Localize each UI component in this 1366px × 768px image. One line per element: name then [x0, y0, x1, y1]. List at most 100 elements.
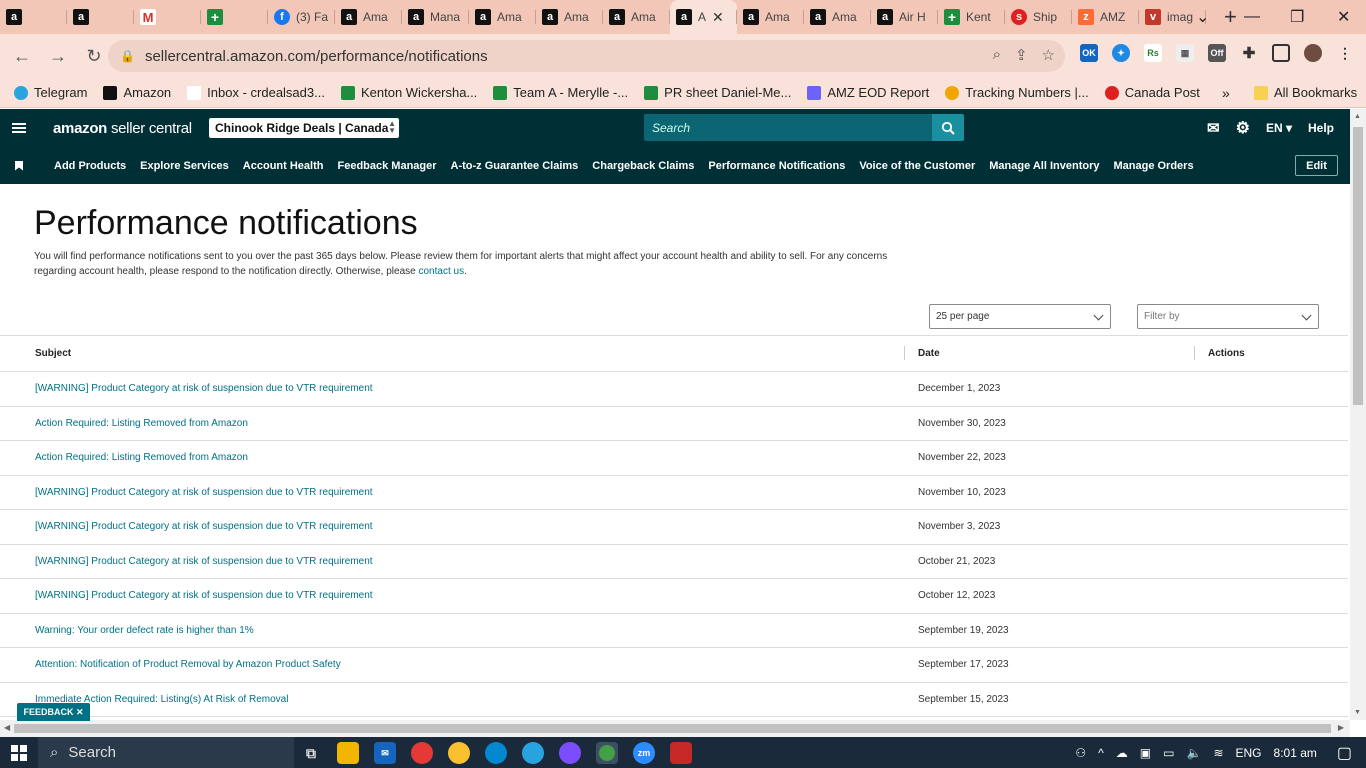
file-explorer-icon[interactable]	[337, 742, 359, 764]
notification-subject-link[interactable]: [WARNING] Product Category at risk of su…	[35, 521, 373, 532]
nav-item[interactable]: Feedback Manager	[330, 160, 443, 172]
nav-item[interactable]: Account Health	[236, 160, 331, 172]
restore-button[interactable]: ❐	[1290, 0, 1304, 34]
bookmark-item[interactable]: Tracking Numbers |...	[937, 85, 1097, 100]
notification-subject-link[interactable]: Action Required: Listing Removed from Am…	[35, 418, 248, 429]
browser-tab[interactable]: a Mana	[402, 0, 469, 34]
bookmark-item[interactable]: Telegram	[6, 85, 95, 100]
tab-search-icon[interactable]: ⌄	[1196, 0, 1209, 34]
browser-tab[interactable]: a Ama	[335, 0, 402, 34]
url-field[interactable]: 🔒 sellercentral.amazon.com/performance/n…	[108, 40, 1065, 72]
scrollbar-thumb[interactable]	[14, 724, 1331, 733]
header-subject[interactable]: Subject	[35, 348, 71, 359]
back-button[interactable]: ←	[6, 40, 38, 72]
browser-tab[interactable]: a Air H	[871, 0, 938, 34]
browser-tab[interactable]: f (3) Fa	[268, 0, 335, 34]
menu-dots-icon[interactable]: ⋮	[1336, 44, 1354, 62]
bookmark-item[interactable]: Team A - Merylle -...	[485, 85, 636, 100]
nav-item[interactable]: Manage Orders	[1106, 160, 1200, 172]
filter-select[interactable]: Filter by	[1137, 304, 1319, 329]
people-icon[interactable]: ⚇	[1075, 746, 1086, 760]
language-indicator[interactable]: ENG	[1236, 746, 1262, 760]
zoom-app-icon[interactable]: zm	[633, 742, 655, 764]
sidepanel-icon[interactable]	[1272, 44, 1290, 62]
puzzle-icon[interactable]: ✚	[1240, 44, 1258, 62]
notifications-icon[interactable]: ▢	[1337, 743, 1352, 763]
column-divider[interactable]	[1194, 346, 1195, 360]
mail-icon[interactable]: ✉	[1207, 119, 1220, 137]
bookmark-item[interactable]: AMZ EOD Report	[799, 85, 937, 100]
bookmark-item[interactable]: Canada Post	[1097, 85, 1208, 100]
new-tab-button[interactable]: +	[1224, 4, 1237, 30]
settings-gear-icon[interactable]: ⚙	[1236, 118, 1250, 138]
chrome-icon[interactable]	[411, 742, 433, 764]
browser-tab[interactable]: s Ship	[1005, 0, 1072, 34]
extension-off-icon[interactable]: Off	[1208, 44, 1226, 62]
bookmark-item[interactable]: PR sheet Daniel-Me...	[636, 85, 799, 100]
zoom-icon[interactable]: ⌕	[993, 46, 1001, 64]
bookmark-icon[interactable]	[15, 160, 23, 171]
vertical-scrollbar[interactable]: ▲ ▼	[1350, 109, 1366, 720]
hamburger-menu-icon[interactable]	[12, 121, 26, 135]
pin-app-icon[interactable]	[670, 742, 692, 764]
nav-item[interactable]: Performance Notifications	[701, 160, 852, 172]
scrollbar-thumb[interactable]	[1353, 127, 1363, 405]
horizontal-scrollbar[interactable]: ◀ ▶	[0, 720, 1350, 737]
scroll-left-icon[interactable]: ◀	[4, 723, 10, 732]
browser-tab[interactable]: a A ✕	[670, 0, 737, 34]
scroll-up-icon[interactable]: ▲	[1354, 113, 1361, 120]
nav-item[interactable]: A-to-z Guarantee Claims	[444, 160, 586, 172]
forward-button[interactable]: →	[42, 40, 74, 72]
messenger-icon[interactable]	[559, 742, 581, 764]
search-button[interactable]	[932, 114, 964, 141]
windows-start-icon[interactable]	[11, 744, 27, 761]
mail-app-icon[interactable]: ✉	[374, 742, 396, 764]
telegram-icon[interactable]	[522, 742, 544, 764]
bookmarks-overflow-icon[interactable]: »	[1222, 85, 1230, 101]
feedback-button[interactable]: FEEDBACK ✕	[17, 703, 90, 721]
browser-tab[interactable]: a	[0, 0, 67, 34]
clock[interactable]: 8:01 am	[1274, 746, 1317, 760]
browser-tab[interactable]: a Ama	[737, 0, 804, 34]
help-link[interactable]: Help	[1308, 121, 1334, 135]
store-selector[interactable]: Chinook Ridge Deals | Canada ▲ ▼	[209, 118, 399, 138]
amazon-seller-central-logo[interactable]: amazon seller central	[53, 120, 192, 137]
notification-subject-link[interactable]: Attention: Notification of Product Remov…	[35, 659, 341, 670]
nav-item[interactable]: Chargeback Claims	[585, 160, 701, 172]
volume-icon[interactable]: 🔈	[1186, 746, 1201, 760]
per-page-select[interactable]: 25 per page	[929, 304, 1111, 329]
notification-subject-link[interactable]: [WARNING] Product Category at risk of su…	[35, 383, 373, 394]
star-icon[interactable]: ☆	[1042, 46, 1055, 64]
browser-tab[interactable]: +	[201, 0, 268, 34]
browser-tab[interactable]: a	[67, 0, 134, 34]
share-icon[interactable]: ⇪	[1015, 46, 1028, 64]
extension-calc-icon[interactable]: ▦	[1176, 44, 1194, 62]
extension-rs-icon[interactable]: Rs	[1144, 44, 1162, 62]
notification-subject-link[interactable]: [WARNING] Product Category at risk of su…	[35, 556, 373, 567]
battery-icon[interactable]: ▭	[1163, 746, 1174, 760]
nav-item[interactable]: Explore Services	[133, 160, 236, 172]
camera-icon[interactable]: ▣	[1140, 746, 1151, 760]
edge-icon[interactable]	[485, 742, 507, 764]
search-input[interactable]: Search	[644, 114, 932, 141]
close-window-button[interactable]: ✕	[1337, 0, 1350, 34]
task-view-icon[interactable]: ⧉	[300, 742, 322, 764]
nav-item[interactable]: Manage All Inventory	[982, 160, 1106, 172]
notification-subject-link[interactable]: [WARNING] Product Category at risk of su…	[35, 590, 373, 601]
browser-tab[interactable]: M	[134, 0, 201, 34]
contact-us-link[interactable]: contact us	[419, 266, 465, 277]
close-tab-icon[interactable]: ✕	[712, 9, 724, 26]
browser-tab[interactable]: a Ama	[469, 0, 536, 34]
all-bookmarks[interactable]: All Bookmarks	[1246, 85, 1365, 100]
notification-subject-link[interactable]: [WARNING] Product Category at risk of su…	[35, 487, 373, 498]
reload-button[interactable]: ↻	[78, 40, 110, 72]
minimize-button[interactable]: —	[1244, 0, 1260, 34]
chrome-profile-icon[interactable]	[448, 742, 470, 764]
chevron-up-icon[interactable]: ^	[1098, 746, 1104, 760]
extension-ok-icon[interactable]: OK	[1080, 44, 1098, 62]
browser-tab[interactable]: + Kent	[938, 0, 1005, 34]
bookmark-item[interactable]: Kenton Wickersha...	[333, 85, 485, 100]
bookmark-item[interactable]: Inbox - crdealsad3...	[179, 85, 333, 100]
nav-item[interactable]: Voice of the Customer	[852, 160, 982, 172]
header-date[interactable]: Date	[918, 348, 940, 359]
